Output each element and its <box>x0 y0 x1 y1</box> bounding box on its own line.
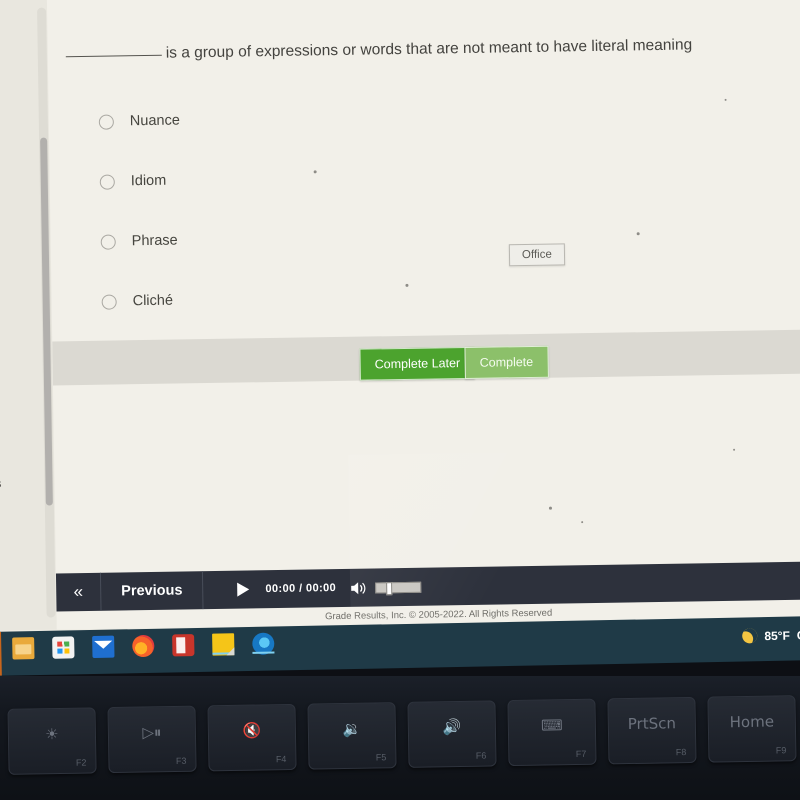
key-fn-label: F2 <box>75 757 87 768</box>
answer-blank <box>65 54 162 58</box>
key-glyph: Home <box>729 712 775 732</box>
sticky-notes-icon[interactable] <box>212 633 235 656</box>
dust-speck <box>405 283 409 287</box>
time-current: 00:00 <box>265 582 296 596</box>
sidebar-text-fragment: es <box>0 476 2 490</box>
browser-page: e n es d ct Choose the correct answer. i… <box>0 0 800 663</box>
complete-later-button[interactable]: Complete Later <box>359 346 476 381</box>
firefox-icon[interactable] <box>132 634 155 658</box>
radio-button-icon[interactable] <box>100 233 116 250</box>
keyboard-key[interactable]: 🔉 F5 <box>307 702 397 770</box>
microsoft-store-icon[interactable] <box>52 636 75 659</box>
running-indicator <box>212 652 235 655</box>
dust-speck <box>581 521 584 524</box>
file-explorer-icon[interactable] <box>12 637 35 660</box>
option-row[interactable]: Idiom <box>99 162 520 195</box>
collapse-chevron-icon[interactable]: « <box>55 572 102 612</box>
playback-time: 00:00 / 00:00 <box>265 582 336 595</box>
dust-speck <box>733 448 736 451</box>
play-icon[interactable] <box>237 582 250 597</box>
key-fn-label: F9 <box>775 745 787 756</box>
office-icon[interactable] <box>172 634 195 657</box>
key-fn-label: F7 <box>575 748 587 759</box>
volume-slider-handle[interactable] <box>386 581 393 595</box>
key-glyph: 🔇 <box>242 721 262 740</box>
keyboard-key[interactable]: ☀ F2 <box>7 707 97 775</box>
keyboard-key[interactable]: ▷⏸ F3 <box>107 705 197 774</box>
keyboard-key[interactable]: PrtScn F8 <box>607 696 697 765</box>
speaker-icon[interactable] <box>350 580 367 595</box>
option-row[interactable]: Phrase <box>100 222 521 255</box>
media-player-bar: « Previous 00:00 / 00:00 <box>55 561 800 612</box>
key-glyph: ▷⏸ <box>142 723 162 742</box>
dust-speck <box>313 170 317 174</box>
running-indicator <box>252 651 275 654</box>
key-fn-label: F6 <box>475 750 487 761</box>
option-label: Nuance <box>129 112 180 130</box>
key-fn-label: F4 <box>275 754 287 765</box>
radio-button-icon[interactable] <box>98 113 114 130</box>
radio-button-icon[interactable] <box>99 173 115 190</box>
quiz-card: Choose the correct answer. is a group of… <box>46 0 800 630</box>
dust-speck <box>724 98 727 101</box>
key-fn-label: F8 <box>675 747 687 758</box>
weather-temperature: 85°F <box>764 628 790 643</box>
answer-options: Nuance Idiom Phrase Cliché <box>98 102 523 349</box>
time-total: 00:00 <box>305 582 337 595</box>
office-tooltip: Office <box>508 243 565 267</box>
option-label: Idiom <box>130 172 167 190</box>
dust-speck <box>548 506 552 510</box>
crescent-moon-icon <box>739 625 760 646</box>
weather-widget[interactable]: 85°F Clea <box>739 625 800 646</box>
mail-icon[interactable] <box>92 635 115 658</box>
key-glyph: PrtScn <box>627 714 677 734</box>
bezel-edge-strip <box>0 631 2 676</box>
keyboard-key[interactable]: Home F9 <box>707 695 797 763</box>
time-separator: / <box>298 582 303 595</box>
dust-speck <box>636 232 640 236</box>
complete-button[interactable]: Complete <box>464 345 549 380</box>
quiz-prompt: Choose the correct answer. <box>65 0 260 3</box>
question-body: is a group of expressions or words that … <box>165 36 693 62</box>
function-key-row: ☀ F2 ▷⏸ F3 🔇 F4 🔉 F5 🔊 F6 ⌨ F7 PrtScn F8… <box>7 695 797 775</box>
key-fn-label: F3 <box>175 755 187 766</box>
key-glyph: 🔊 <box>442 717 462 737</box>
question-text: is a group of expressions or words that … <box>65 34 800 67</box>
keyboard-key[interactable]: 🔊 F6 <box>407 700 497 768</box>
option-label: Cliché <box>132 292 174 310</box>
keyboard-key[interactable]: 🔇 F4 <box>207 703 297 772</box>
radio-button-icon[interactable] <box>101 293 117 310</box>
option-label: Phrase <box>131 232 178 250</box>
previous-button[interactable]: Previous <box>100 571 204 611</box>
key-fn-label: F5 <box>375 752 387 763</box>
key-glyph: ☀ <box>45 724 59 744</box>
option-row[interactable]: Nuance <box>98 102 519 135</box>
option-row[interactable]: Cliché <box>101 282 521 315</box>
physical-keyboard: ☀ F2 ▷⏸ F3 🔇 F4 🔉 F5 🔊 F6 ⌨ F7 PrtScn F8… <box>0 676 800 800</box>
volume-slider[interactable] <box>375 581 422 595</box>
keyboard-key[interactable]: ⌨ F7 <box>507 698 597 767</box>
key-glyph: ⌨ <box>540 716 563 735</box>
edge-icon[interactable] <box>252 632 275 655</box>
photographed-laptop-screen: e n es d ct Choose the correct answer. i… <box>0 0 800 800</box>
key-glyph: 🔉 <box>342 719 362 739</box>
taskbar-icon-group <box>12 632 275 660</box>
